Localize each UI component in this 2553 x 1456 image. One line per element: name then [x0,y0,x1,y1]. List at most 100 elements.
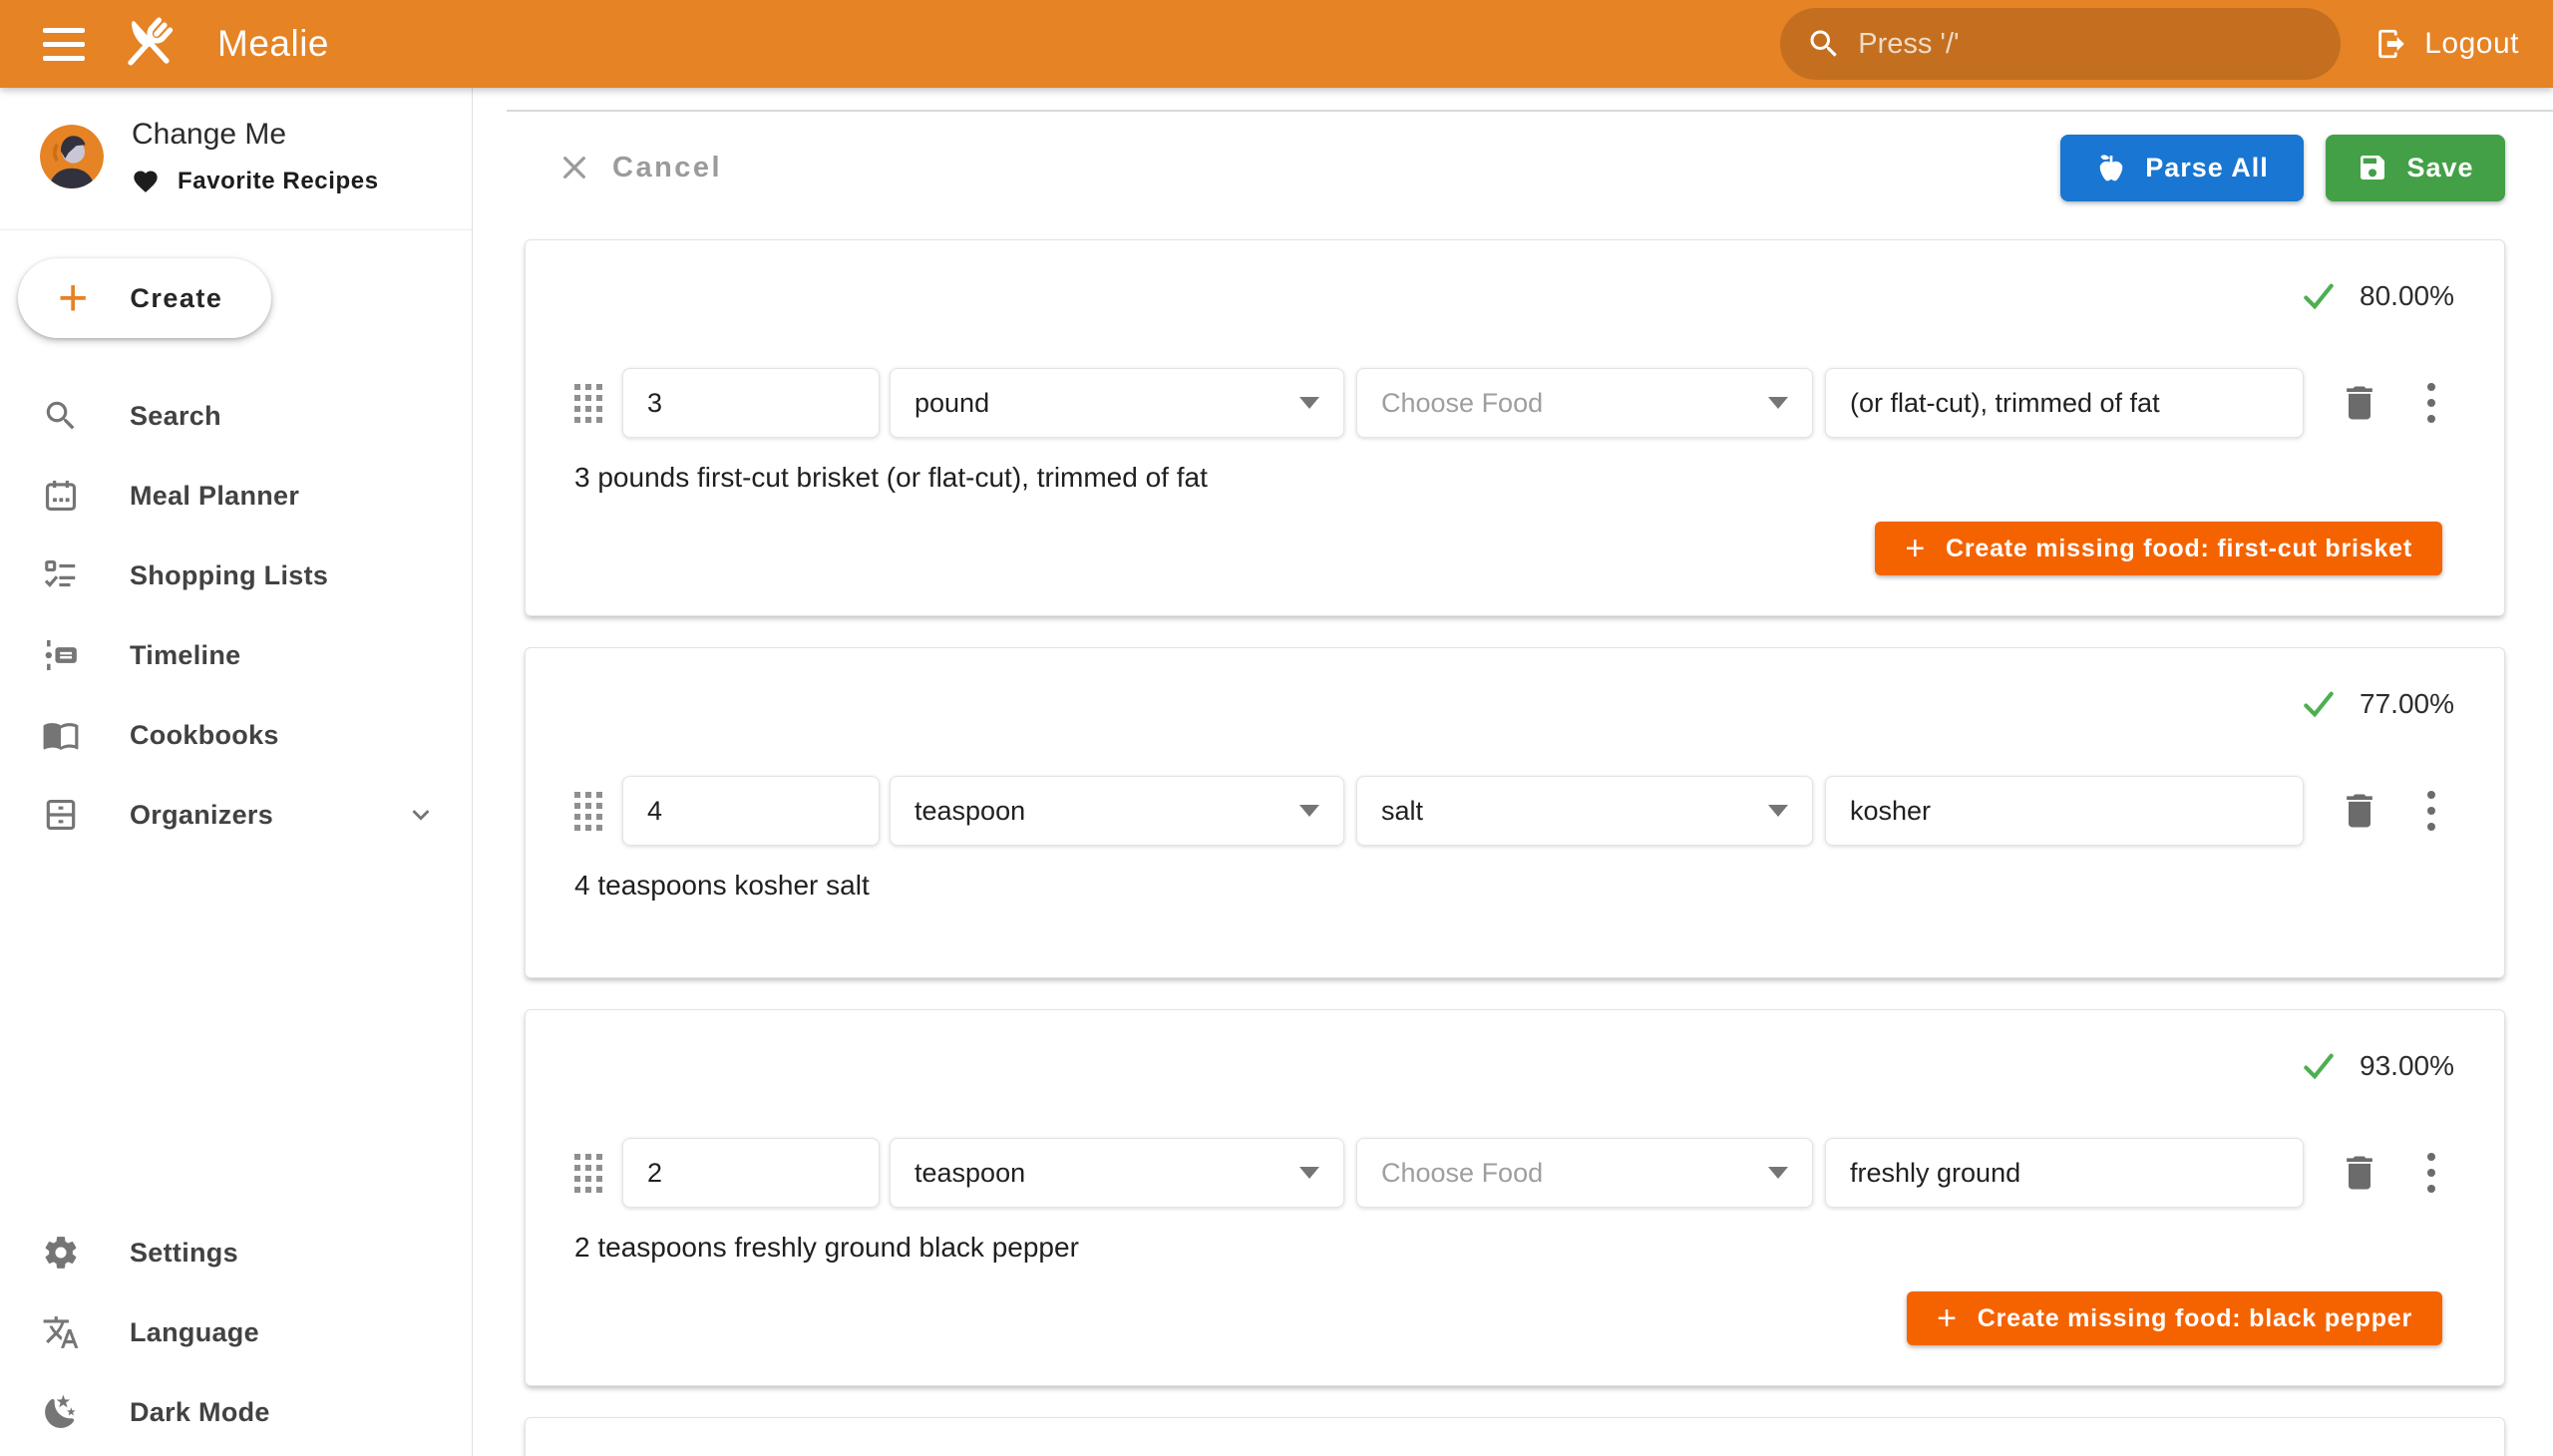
sidebar-item-search[interactable]: Search [0,376,472,456]
parse-all-button[interactable]: Parse All [2060,135,2304,201]
quantity-field[interactable] [622,368,880,438]
confidence-row: 93.00% [549,1046,2454,1086]
close-icon [558,152,590,183]
logout-button[interactable]: Logout [2374,27,2519,61]
confidence-value: 77.00% [2360,688,2454,720]
confidence-row: 80.00% [549,276,2454,316]
sidebar-item-shopping-lists[interactable]: Shopping Lists [0,536,472,615]
sidebar-item-cookbooks[interactable]: Cookbooks [0,695,472,775]
delete-button[interactable] [2336,1149,2383,1197]
calendar-icon [42,477,80,515]
sidebar-item-timeline[interactable]: Timeline [0,615,472,695]
create-missing-food-button[interactable]: + Create missing food: black pepper [1907,1291,2442,1345]
logout-icon [2374,27,2408,61]
quantity-field[interactable] [622,1138,880,1208]
cancel-button[interactable]: Cancel [558,152,722,184]
comment-field[interactable] [1825,1138,2304,1208]
check-icon [2300,685,2338,723]
sidebar-item-organizers[interactable]: Organizers [0,775,472,855]
sidebar: Change Me Favorite Recipes + Create Sear… [0,88,473,1456]
app-bar: Mealie Logout [0,0,2553,88]
chevron-down-icon[interactable] [404,798,438,832]
divider [507,110,2553,112]
menu-down-icon [1768,1167,1788,1179]
drag-handle-icon[interactable] [574,792,604,831]
save-icon [2357,152,2388,183]
quantity-field[interactable] [622,776,880,846]
menu-down-icon [1299,397,1319,409]
food-select[interactable]: Choose Food [1356,1138,1813,1208]
ingredient-fields: pound Choose Food [574,368,2480,438]
trash-icon [2338,381,2381,425]
unit-select[interactable]: pound [890,368,1344,438]
menu-down-icon [1299,805,1319,817]
quantity-input[interactable] [647,796,855,827]
global-search[interactable] [1780,8,2341,80]
ingredient-card-partial [525,1417,2505,1456]
favorite-recipes-link[interactable]: Favorite Recipes [132,168,379,195]
ingredient-card: 77.00% teaspoon salt [525,647,2505,978]
save-button[interactable]: Save [2326,135,2505,201]
create-missing-food-button[interactable]: + Create missing food: first-cut brisket [1875,522,2442,575]
original-text: 4 teaspoons kosher salt [574,870,2480,902]
checklist-icon [42,556,80,594]
sidebar-footer: Settings Language Dark Mode [0,1213,472,1452]
quantity-input[interactable] [647,1158,855,1189]
menu-down-icon [1299,1167,1319,1179]
ingredient-fields: teaspoon Choose Food [574,1138,2480,1208]
parser-toolbar: Cancel Parse All Save [558,132,2505,203]
quantity-input[interactable] [647,388,855,419]
ingredient-card: 93.00% teaspoon Choose Food [525,1009,2505,1386]
trash-icon [2338,789,2381,833]
drag-handle-icon[interactable] [574,1154,604,1193]
comment-input[interactable] [1850,796,2279,827]
heart-icon [132,168,160,195]
confidence-row: 77.00% [549,684,2454,724]
book-open-icon [42,716,80,754]
timeline-icon [42,636,80,674]
gear-icon [42,1234,80,1272]
delete-button[interactable] [2336,787,2383,835]
menu-icon[interactable] [34,14,94,74]
delete-button[interactable] [2336,379,2383,427]
search-icon [1806,26,1842,62]
more-options-button[interactable] [2411,1149,2451,1197]
comment-input[interactable] [1850,388,2279,419]
food-select[interactable]: Choose Food [1356,368,1813,438]
search-icon [42,397,80,435]
sidebar-item-dark-mode[interactable]: Dark Mode [0,1372,472,1452]
original-text: 2 teaspoons freshly ground black pepper [574,1232,2480,1264]
app-title: Mealie [217,23,329,65]
search-input[interactable] [1858,28,2315,61]
sidebar-item-language[interactable]: Language [0,1292,472,1372]
comment-input[interactable] [1850,1158,2279,1189]
comment-field[interactable] [1825,776,2304,846]
unit-select[interactable]: teaspoon [890,776,1344,846]
sidebar-item-settings[interactable]: Settings [0,1213,472,1292]
drag-handle-icon[interactable] [574,384,604,423]
moon-icon [42,1393,80,1431]
ingredient-fields: teaspoon salt [574,776,2480,846]
food-select[interactable]: salt [1356,776,1813,846]
content-area: Cancel Parse All Save [473,88,2553,1456]
favorite-recipes-label: Favorite Recipes [178,168,379,195]
sidebar-nav: Search Meal Planner [0,376,472,855]
confidence-value: 93.00% [2360,1050,2454,1082]
unit-select[interactable]: teaspoon [890,1138,1344,1208]
logout-label: Logout [2424,27,2519,61]
user-block[interactable]: Change Me Favorite Recipes [0,88,472,230]
plus-icon: + [1937,1299,1958,1338]
drawer-icon [42,796,80,834]
mealie-logo-icon [116,12,180,76]
plus-icon: + [1905,530,1926,568]
menu-down-icon [1768,805,1788,817]
check-icon [2300,277,2338,315]
translate-icon [42,1313,80,1351]
more-options-button[interactable] [2411,379,2451,427]
more-options-button[interactable] [2411,787,2451,835]
create-button[interactable]: + Create [18,258,271,338]
ingredient-list: 80.00% pound Choose Food [525,239,2505,1456]
sidebar-item-meal-planner[interactable]: Meal Planner [0,456,472,536]
food-apple-icon [2095,152,2127,183]
comment-field[interactable] [1825,368,2304,438]
